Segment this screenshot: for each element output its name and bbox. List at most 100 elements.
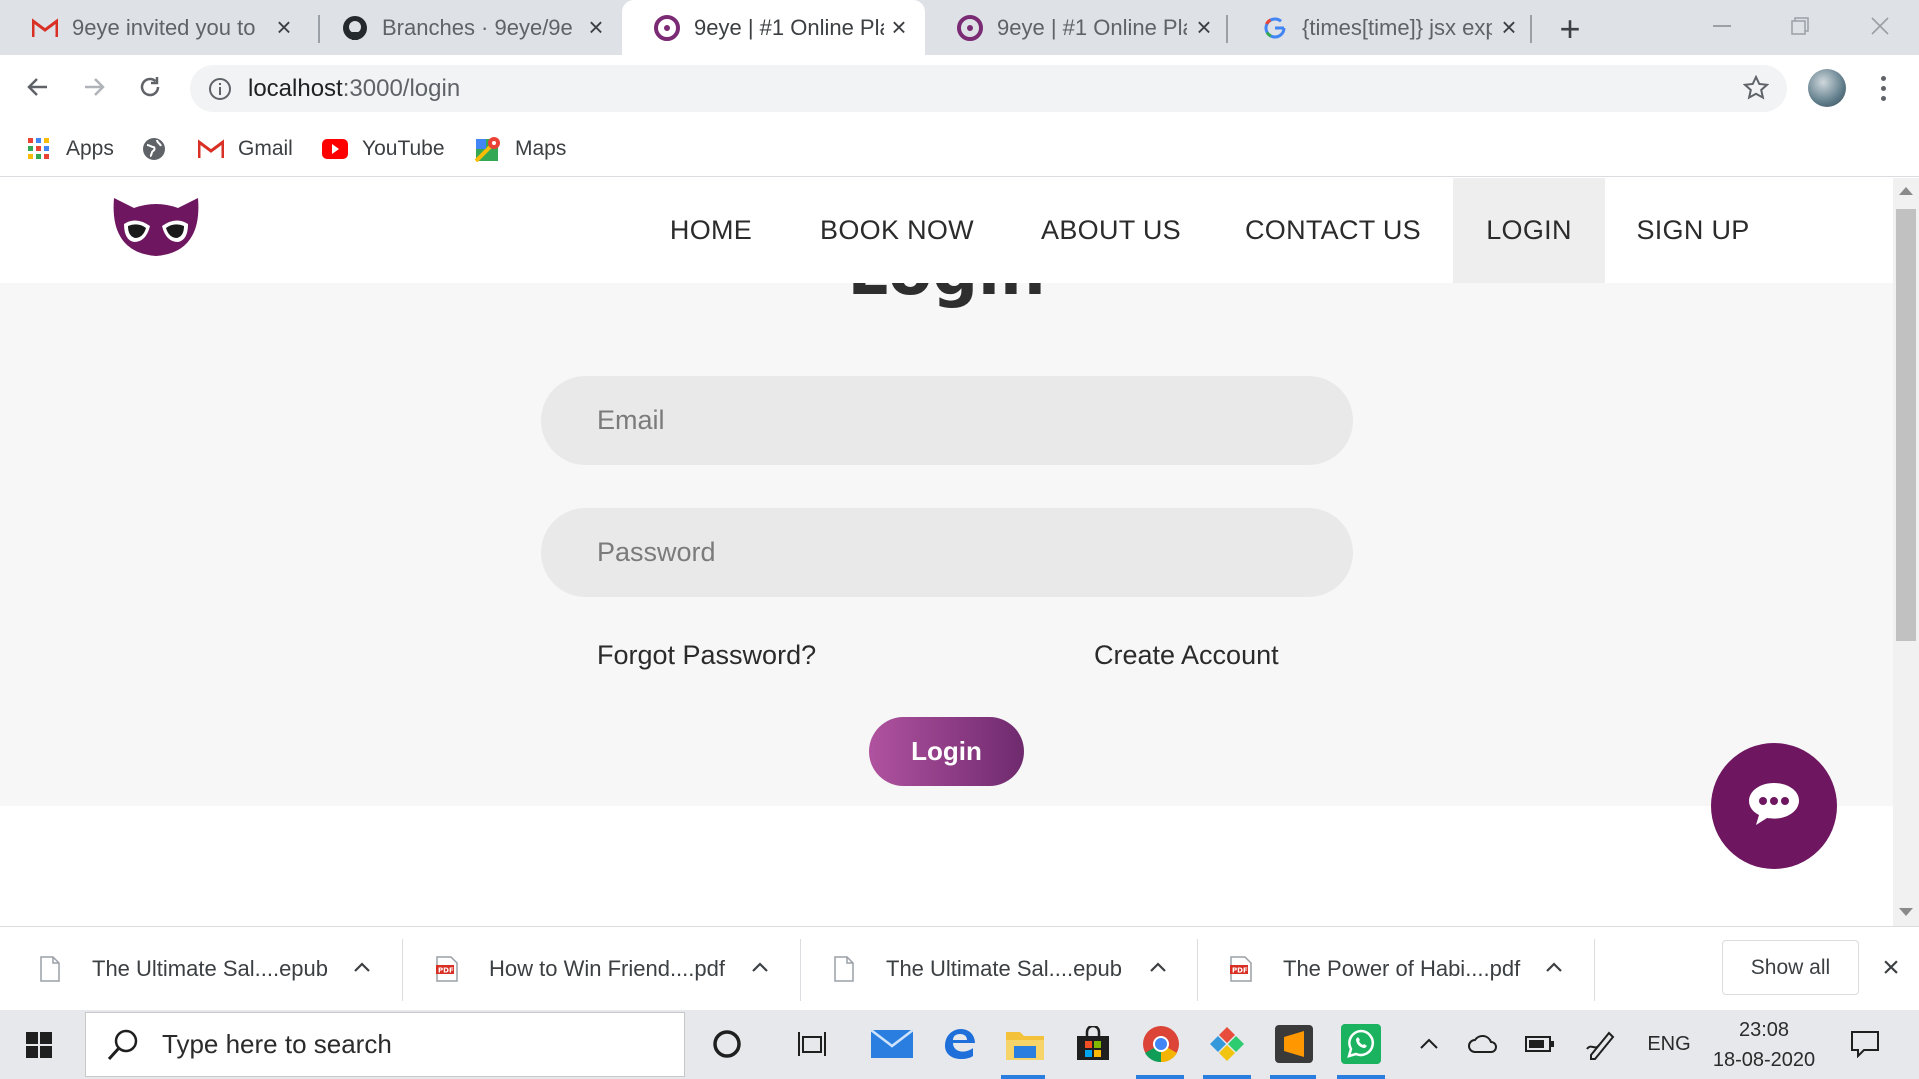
onedrive-cloud-icon[interactable] xyxy=(1465,1026,1501,1062)
email-field[interactable] xyxy=(541,376,1353,465)
bookmark-label: Apps xyxy=(66,137,114,160)
download-item[interactable]: PDF How to Win Friend....pdf xyxy=(435,927,775,1011)
cortana-icon[interactable] xyxy=(705,1022,749,1066)
windows-taskbar: Type here to search ENG 23:08 18-08-2020 xyxy=(0,1010,1919,1079)
mail-app-icon[interactable] xyxy=(870,1022,914,1066)
active-app-indicator xyxy=(1136,1075,1184,1079)
password-field[interactable] xyxy=(541,508,1353,597)
tab-9eye[interactable]: 9eye | #1 Online Platform × xyxy=(925,0,1230,55)
scroll-thumb[interactable] xyxy=(1896,209,1916,641)
file-icon xyxy=(832,954,856,984)
nav-login[interactable]: LOGIN xyxy=(1453,178,1605,283)
site-navbar: HOME BOOK NOW ABOUT US CONTACT US LOGIN … xyxy=(0,178,1893,283)
taskbar-search-box[interactable]: Type here to search xyxy=(85,1012,685,1077)
close-tab-icon[interactable]: × xyxy=(1497,12,1521,42)
chevron-up-icon[interactable] xyxy=(1542,955,1566,979)
bookmark-gmail[interactable]: Gmail xyxy=(198,131,293,167)
chevron-up-icon[interactable] xyxy=(350,955,374,979)
tab-divider xyxy=(1530,15,1532,43)
nav-book-now[interactable]: BOOK NOW xyxy=(798,178,996,283)
reload-icon[interactable] xyxy=(130,67,170,107)
tab-google-search[interactable]: {times[time]} jsx explained × xyxy=(1230,0,1535,55)
download-filename: The Ultimate Sal....epub xyxy=(92,956,329,981)
chat-button[interactable] xyxy=(1711,743,1837,869)
bookmark-star-icon[interactable] xyxy=(1741,73,1771,103)
download-shelf: The Ultimate Sal....epub PDF How to Win … xyxy=(0,926,1919,1010)
youtube-icon xyxy=(322,136,348,162)
forgot-password-link[interactable]: Forgot Password? xyxy=(597,640,816,671)
url-text: localhost:3000/login xyxy=(248,75,460,103)
tab-9eye-active[interactable]: 9eye | #1 Online Platform × xyxy=(622,0,925,55)
show-all-downloads-button[interactable]: Show all xyxy=(1722,940,1859,995)
git-tool-icon[interactable] xyxy=(1205,1022,1249,1066)
close-tab-icon[interactable]: × xyxy=(272,12,296,42)
address-bar[interactable]: localhost:3000/login xyxy=(190,65,1787,112)
file-explorer-icon[interactable] xyxy=(1003,1022,1047,1066)
bookmark-maps[interactable]: Maps xyxy=(475,131,566,167)
pen-workspace-icon[interactable] xyxy=(1584,1026,1620,1062)
clock-time: 23:08 xyxy=(1738,1019,1790,1041)
chevron-up-icon[interactable] xyxy=(1146,955,1170,979)
nav-contact-us[interactable]: CONTACT US xyxy=(1226,178,1440,283)
chrome-icon[interactable] xyxy=(1139,1022,1183,1066)
microsoft-store-icon[interactable] xyxy=(1071,1022,1115,1066)
page-scrollbar[interactable] xyxy=(1893,178,1919,926)
chevron-up-icon[interactable] xyxy=(748,955,772,979)
scroll-up-arrow[interactable] xyxy=(1899,187,1913,195)
task-view-icon[interactable] xyxy=(790,1022,834,1066)
bookmark-youtube[interactable]: YouTube xyxy=(322,131,445,167)
show-hidden-icons-chevron[interactable] xyxy=(1412,1026,1446,1062)
forward-arrow-icon[interactable] xyxy=(74,67,114,107)
notification-center-icon[interactable] xyxy=(1845,1026,1885,1062)
profile-avatar[interactable] xyxy=(1808,69,1846,107)
download-divider xyxy=(1594,939,1595,1001)
close-shelf-icon[interactable]: × xyxy=(1876,951,1906,984)
sublime-text-icon[interactable] xyxy=(1272,1022,1316,1066)
close-tab-icon[interactable]: × xyxy=(584,12,608,42)
tab-strip: 9eye invited you to 9eye/9eye × Branches… xyxy=(0,0,1919,55)
active-app-indicator xyxy=(1337,1075,1385,1079)
pdf-file-icon: PDF xyxy=(435,954,459,984)
nav-home[interactable]: HOME xyxy=(648,178,774,283)
tab-gmail-invite[interactable]: 9eye invited you to 9eye/9eye × xyxy=(0,0,310,55)
back-arrow-icon[interactable] xyxy=(18,67,58,107)
close-tab-icon[interactable]: × xyxy=(887,12,911,42)
download-filename: The Ultimate Sal....epub xyxy=(886,956,1123,981)
download-item[interactable]: PDF The Power of Habi....pdf xyxy=(1229,927,1569,1011)
tab-divider xyxy=(1226,15,1228,43)
windows-start-icon[interactable] xyxy=(18,1024,60,1066)
nav-sign-up[interactable]: SIGN UP xyxy=(1624,178,1762,283)
site-info-icon[interactable] xyxy=(206,75,234,103)
bookmark-apps[interactable]: Apps xyxy=(26,131,114,167)
login-button[interactable]: Login xyxy=(869,717,1024,786)
pdf-file-icon: PDF xyxy=(1229,954,1253,984)
system-clock[interactable]: 23:08 18-08-2020 xyxy=(1704,1015,1824,1075)
9eye-favicon xyxy=(957,14,983,41)
new-tab-button[interactable]: + xyxy=(1553,8,1587,49)
download-filename: The Power of Habi....pdf xyxy=(1283,956,1521,981)
close-window-icon[interactable] xyxy=(1860,6,1900,46)
restore-icon[interactable] xyxy=(1780,6,1820,46)
create-account-link[interactable]: Create Account xyxy=(1094,640,1279,671)
battery-icon[interactable] xyxy=(1522,1026,1558,1062)
tab-github-branches[interactable]: Branches · 9eye/9eye × xyxy=(310,0,622,55)
nav-about-us[interactable]: ABOUT US xyxy=(1024,178,1198,283)
9eye-owl-logo[interactable] xyxy=(110,196,202,258)
9eye-favicon xyxy=(654,14,680,41)
bookmark-globe[interactable] xyxy=(141,131,181,167)
edge-browser-icon[interactable] xyxy=(937,1022,981,1066)
whatsapp-icon[interactable] xyxy=(1339,1022,1383,1066)
tab-title: Branches · 9eye/9eye xyxy=(382,14,572,40)
minimize-icon[interactable] xyxy=(1702,6,1742,46)
download-divider xyxy=(800,939,801,1001)
language-indicator[interactable]: ENG xyxy=(1644,1026,1694,1062)
web-page: Login HOME BOOK NOW ABOUT US CONTACT US … xyxy=(0,178,1893,926)
scroll-down-arrow[interactable] xyxy=(1899,908,1913,916)
google-icon xyxy=(1262,15,1288,41)
download-item[interactable]: The Ultimate Sal....epub xyxy=(832,927,1172,1011)
download-item[interactable]: The Ultimate Sal....epub xyxy=(38,927,378,1011)
close-tab-icon[interactable]: × xyxy=(1192,12,1216,42)
browser-menu-icon[interactable] xyxy=(1868,69,1898,107)
clock-date: 18-08-2020 xyxy=(1712,1049,1816,1071)
url-path: :3000/login xyxy=(342,74,461,102)
